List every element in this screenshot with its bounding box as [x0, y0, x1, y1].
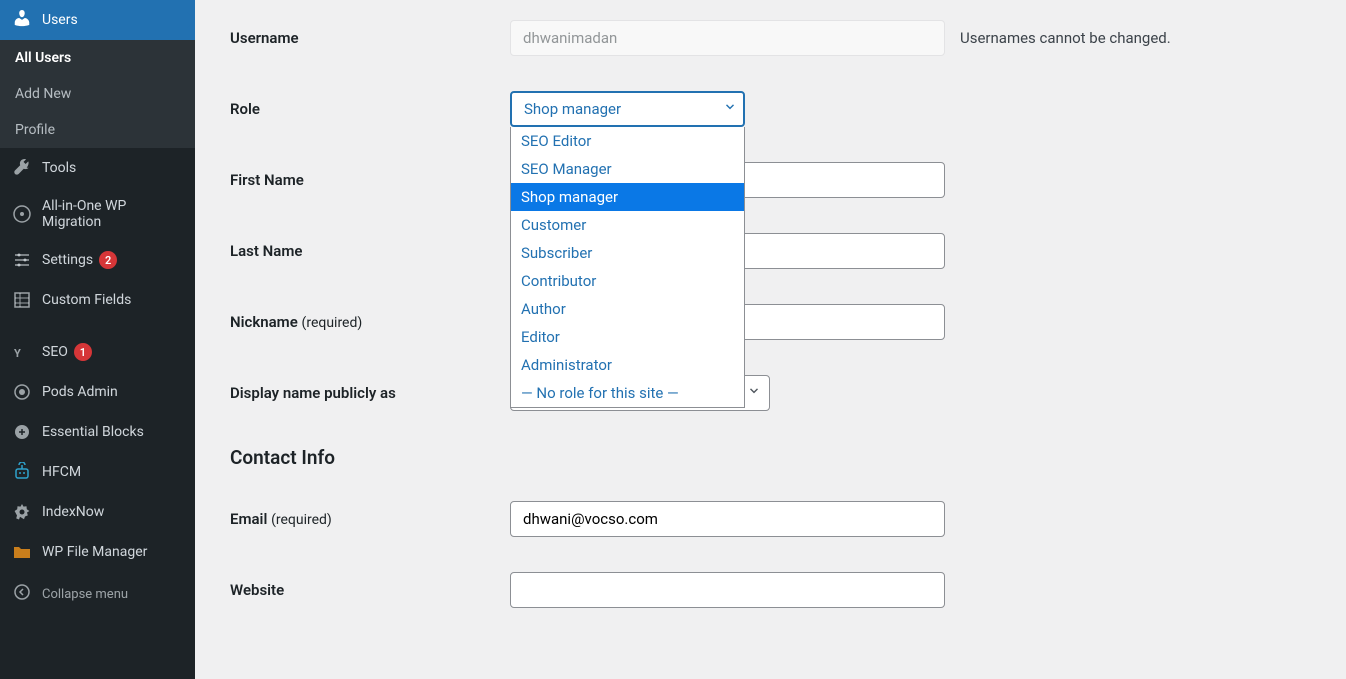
sidebar-label: Essential Blocks: [42, 424, 144, 440]
folder-icon: [12, 542, 32, 562]
sidebar-item-seo[interactable]: Y SEO 1: [0, 332, 195, 372]
submenu-add-new[interactable]: Add New: [0, 76, 195, 112]
sidebar-item-filemgr[interactable]: WP File Manager: [0, 532, 195, 572]
row-last-name: Last Name: [230, 233, 1326, 269]
row-website: Website: [230, 572, 1326, 608]
collapse-icon: [12, 582, 32, 606]
role-dropdown: SEO Editor SEO Manager Shop manager Cust…: [510, 127, 745, 408]
sidebar-label: Custom Fields: [42, 292, 131, 308]
row-username: Username Usernames cannot be changed.: [230, 20, 1326, 56]
user-icon: [12, 8, 32, 32]
label-username: Username: [230, 29, 510, 47]
seo-badge: 1: [74, 343, 92, 361]
gear-icon: [12, 502, 32, 522]
role-selected-text: Shop manager: [524, 100, 621, 118]
sidebar-item-tools[interactable]: Tools: [0, 148, 195, 188]
role-option-none[interactable]: — No role for this site —: [511, 379, 744, 407]
submenu-all-users[interactable]: All Users: [0, 40, 195, 76]
main-content: Username Usernames cannot be changed. Ro…: [195, 0, 1346, 679]
sidebar-label: All-in-One WP Migration: [42, 198, 183, 230]
chevron-down-icon: [723, 100, 737, 118]
sidebar-label: Settings: [42, 252, 93, 268]
label-last-name: Last Name: [230, 242, 510, 260]
wrench-icon: [12, 158, 32, 178]
label-display-name: Display name publicly as: [230, 384, 510, 402]
sidebar-label: WP File Manager: [42, 544, 147, 560]
hint-username: Usernames cannot be changed.: [960, 29, 1171, 47]
chevron-down-icon: [747, 384, 761, 402]
role-option-customer[interactable]: Customer: [511, 211, 744, 239]
sidebar-label: Users: [42, 12, 78, 28]
role-option-admin[interactable]: Administrator: [511, 351, 744, 379]
row-email: Email (required): [230, 501, 1326, 537]
seo-icon: Y: [12, 342, 32, 362]
row-display-name: Display name publicly as Dhwani Madan: [230, 375, 1326, 411]
sidebar-collapse[interactable]: Collapse menu: [0, 572, 195, 616]
sidebar-label: Pods Admin: [42, 384, 118, 400]
row-role: Role Shop manager SEO Editor SEO Manager…: [230, 91, 1326, 127]
role-option-seo-manager[interactable]: SEO Manager: [511, 155, 744, 183]
row-nickname: Nickname (required): [230, 304, 1326, 340]
settings-badge: 2: [99, 251, 117, 269]
label-role: Role: [230, 100, 510, 118]
label-first-name: First Name: [230, 171, 510, 189]
sidebar-item-indexnow[interactable]: IndexNow: [0, 492, 195, 532]
sliders-icon: [12, 250, 32, 270]
submenu-profile[interactable]: Profile: [0, 112, 195, 148]
input-username: [510, 20, 945, 56]
input-website[interactable]: [510, 572, 945, 608]
sidebar-item-hfcm[interactable]: HFCM: [0, 452, 195, 492]
sidebar-item-settings[interactable]: Settings 2: [0, 240, 195, 280]
heading-contact-info: Contact Info: [230, 446, 1326, 469]
role-option-editor[interactable]: Editor: [511, 323, 744, 351]
role-option-contributor[interactable]: Contributor: [511, 267, 744, 295]
migration-icon: [12, 204, 32, 224]
sidebar-label: SEO: [42, 344, 68, 360]
sidebar-label: HFCM: [42, 464, 81, 480]
label-email: Email (required): [230, 510, 510, 528]
robot-icon: [12, 462, 32, 482]
role-option-author[interactable]: Author: [511, 295, 744, 323]
blocks-icon: [12, 422, 32, 442]
sidebar-item-users[interactable]: Users: [0, 0, 195, 40]
collapse-label: Collapse menu: [42, 587, 128, 602]
admin-sidebar: Users All Users Add New Profile Tools Al…: [0, 0, 195, 679]
sidebar-label: Tools: [42, 160, 76, 176]
row-first-name: First Name: [230, 162, 1326, 198]
label-nickname: Nickname (required): [230, 313, 510, 331]
role-option-seo-editor[interactable]: SEO Editor: [511, 127, 744, 155]
sidebar-item-custom-fields[interactable]: Custom Fields: [0, 280, 195, 320]
svg-text:Y: Y: [14, 347, 21, 360]
select-role[interactable]: Shop manager: [510, 91, 745, 127]
sidebar-submenu: All Users Add New Profile: [0, 40, 195, 148]
sidebar-item-pods[interactable]: Pods Admin: [0, 372, 195, 412]
role-option-shop-manager[interactable]: Shop manager: [511, 183, 744, 211]
sidebar-item-blocks[interactable]: Essential Blocks: [0, 412, 195, 452]
label-website: Website: [230, 581, 510, 599]
role-option-subscriber[interactable]: Subscriber: [511, 239, 744, 267]
sidebar-label: IndexNow: [42, 504, 104, 520]
sidebar-item-migration[interactable]: All-in-One WP Migration: [0, 188, 195, 240]
grid-icon: [12, 290, 32, 310]
pods-icon: [12, 382, 32, 402]
input-email[interactable]: [510, 501, 945, 537]
